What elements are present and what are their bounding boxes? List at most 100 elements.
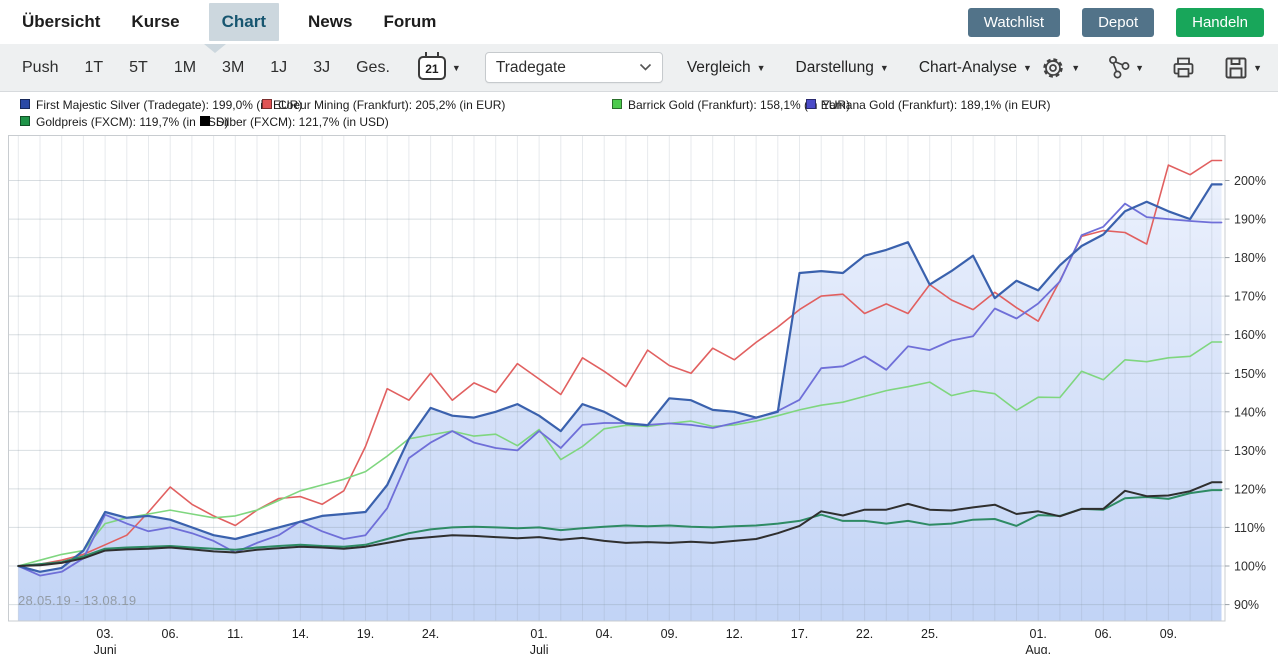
range-ges[interactable]: Ges. [356, 59, 390, 77]
export-button[interactable]: ▼ [1223, 55, 1262, 81]
tab-forum[interactable]: Forum [381, 3, 438, 41]
y-axis-tick-label: 90% [1234, 598, 1259, 612]
range-buttons: Push 1T 5T 1M 3M 1J 3J Ges. [22, 59, 390, 77]
y-axis-tick-label: 160% [1234, 328, 1266, 342]
x-axis-month-label: Juli [530, 643, 549, 654]
share-button[interactable]: ▼ [1106, 55, 1144, 80]
y-axis-tick-label: 200% [1234, 174, 1266, 188]
tab-news[interactable]: News [306, 3, 354, 41]
tab-kurse[interactable]: Kurse [129, 3, 181, 41]
chart-area: 200% 190% 180% 170% 160% 150% 140% 130% 120% 110%… [0, 135, 1278, 654]
print-icon [1170, 55, 1197, 80]
gear-icon [1040, 54, 1067, 81]
x-axis-tick-label: 03. [96, 627, 113, 641]
menu-label: Chart-Analyse [919, 59, 1017, 77]
x-axis-tick-label: 04. [595, 627, 612, 641]
range-1m[interactable]: 1M [174, 59, 196, 77]
range-push[interactable]: Push [22, 59, 58, 77]
x-axis-tick-label: 25. [921, 627, 938, 641]
tool-icons: ▼ ▼ [1040, 54, 1262, 81]
tab-chart[interactable]: Chart [209, 3, 279, 41]
legend-label: Yamana Gold (Frankfurt): 189,1% (in EUR) [822, 98, 1051, 112]
price-chart-canvas[interactable]: 200% 190% 180% 170% 160% 150% 140% 130% 120% 110%… [0, 135, 1278, 622]
range-3m[interactable]: 3M [222, 59, 244, 77]
range-3j[interactable]: 3J [313, 59, 330, 77]
date-range-watermark: 28.05.19 - 13.08.19 [18, 593, 136, 608]
range-5t[interactable]: 5T [129, 59, 148, 77]
x-axis-tick-label: 17. [791, 627, 808, 641]
legend-color-swatch [612, 99, 622, 109]
chevron-down-icon: ▼ [1135, 63, 1144, 73]
print-button[interactable] [1170, 55, 1197, 80]
nav-buttons: Watchlist Depot Handeln [968, 8, 1264, 37]
top-nav: Übersicht Kurse Chart News Forum Watchlist De… [0, 0, 1278, 44]
chevron-down-icon: ▼ [1071, 63, 1080, 73]
x-axis-tick-label: 09. [1160, 627, 1177, 641]
y-axis-tick-label: 120% [1234, 482, 1266, 496]
y-axis-tick-label: 110% [1234, 521, 1265, 535]
handeln-button[interactable]: Handeln [1176, 8, 1264, 37]
y-axis-tick-label: 170% [1234, 290, 1266, 304]
chevron-down-icon: ▼ [880, 63, 889, 73]
calendar-icon: 21 [418, 56, 446, 80]
x-axis-tick-label: 11. [227, 627, 243, 641]
active-tab-notch [204, 44, 226, 53]
chevron-down-icon: ▼ [1253, 63, 1262, 73]
legend-label: Coeur Mining (Frankfurt): 205,2% (in EUR… [278, 98, 505, 112]
watchlist-button[interactable]: Watchlist [968, 8, 1060, 37]
venue-select-value: Tradegate [496, 59, 566, 77]
tab-übersicht[interactable]: Übersicht [20, 3, 102, 41]
range-1t[interactable]: 1T [84, 59, 103, 77]
y-axis-tick-label: 100% [1234, 560, 1266, 574]
legend-color-swatch [20, 99, 30, 109]
share-icon [1106, 55, 1131, 80]
y-axis-tick-label: 150% [1234, 367, 1266, 381]
x-axis-tick-label: 06. [161, 627, 178, 641]
chevron-down-icon: ▼ [1023, 63, 1032, 73]
nav-tabs: Übersicht Kurse Chart News Forum [20, 3, 438, 41]
chevron-down-icon [639, 63, 652, 72]
legend-label: Silber (FXCM): 121,7% (in USD) [216, 115, 389, 129]
x-axis-tick-label: 01. [1029, 627, 1046, 641]
x-axis-tick-label: 24. [422, 627, 439, 641]
menu-label: Darstellung [796, 59, 874, 77]
legend-color-swatch [262, 99, 272, 109]
x-axis-tick-label: 01. [530, 627, 547, 641]
menu-darstellung[interactable]: Darstellung ▼ [796, 59, 889, 77]
chevron-down-icon: ▼ [757, 63, 766, 73]
menu-chart-analyse[interactable]: Chart-Analyse ▼ [919, 59, 1032, 77]
x-axis-tick-label: 14. [292, 627, 309, 641]
legend-color-swatch [20, 116, 30, 126]
y-axis-tick-label: 180% [1234, 251, 1266, 265]
dropdown-menus: Vergleich ▼ Darstellung ▼ Chart-Analyse ▼ [687, 59, 1032, 77]
x-axis-tick-label: 19. [357, 627, 374, 641]
legend-color-swatch [200, 116, 210, 126]
x-axis-tick-label: 09. [661, 627, 678, 641]
depot-button[interactable]: Depot [1082, 8, 1154, 37]
x-axis-tick-label: 06. [1095, 627, 1112, 641]
legend-item-coeur-mining-frankfurt[interactable]: Coeur Mining (Frankfurt): 205,2% (in EUR… [262, 98, 505, 112]
y-axis-tick-label: 140% [1234, 405, 1266, 419]
y-axis-tick-label: 130% [1234, 444, 1266, 458]
legend-item-first-majestic-silver-tradegate[interactable]: First Majestic Silver (Tradegate): 199,0… [20, 98, 302, 112]
x-axis-tick-label: 12. [726, 627, 743, 641]
x-axis-month-label: Aug. [1025, 643, 1051, 654]
legend-item-goldpreis-fxcm[interactable]: Goldpreis (FXCM): 119,7% (in USD) [20, 115, 229, 129]
legend-color-swatch [806, 99, 816, 109]
x-axis-month-label: Juni [94, 643, 117, 654]
x-axis-tick-label: 22. [856, 627, 873, 641]
chart-settings-button[interactable]: ▼ [1040, 54, 1080, 81]
chevron-down-icon: ▼ [452, 63, 461, 73]
chart-legend: First Majestic Silver (Tradegate): 199,0… [0, 92, 1278, 135]
menu-vergleich[interactable]: Vergleich ▼ [687, 59, 766, 77]
app-root: Übersicht Kurse Chart News Forum Watchlist De… [0, 0, 1278, 654]
chart-toolbar: Push 1T 5T 1M 3M 1J 3J Ges. 21 ▼ Tradegate Verg… [0, 44, 1278, 92]
y-axis-tick-label: 190% [1234, 213, 1266, 227]
date-range-picker[interactable]: 21 ▼ [418, 56, 461, 80]
save-icon [1223, 55, 1249, 81]
legend-item-silber-fxcm[interactable]: Silber (FXCM): 121,7% (in USD) [200, 115, 389, 129]
venue-select[interactable]: Tradegate [485, 52, 663, 83]
legend-item-yamana-gold-frankfurt[interactable]: Yamana Gold (Frankfurt): 189,1% (in EUR) [806, 98, 1051, 112]
range-1j[interactable]: 1J [270, 59, 287, 77]
menu-label: Vergleich [687, 59, 751, 77]
